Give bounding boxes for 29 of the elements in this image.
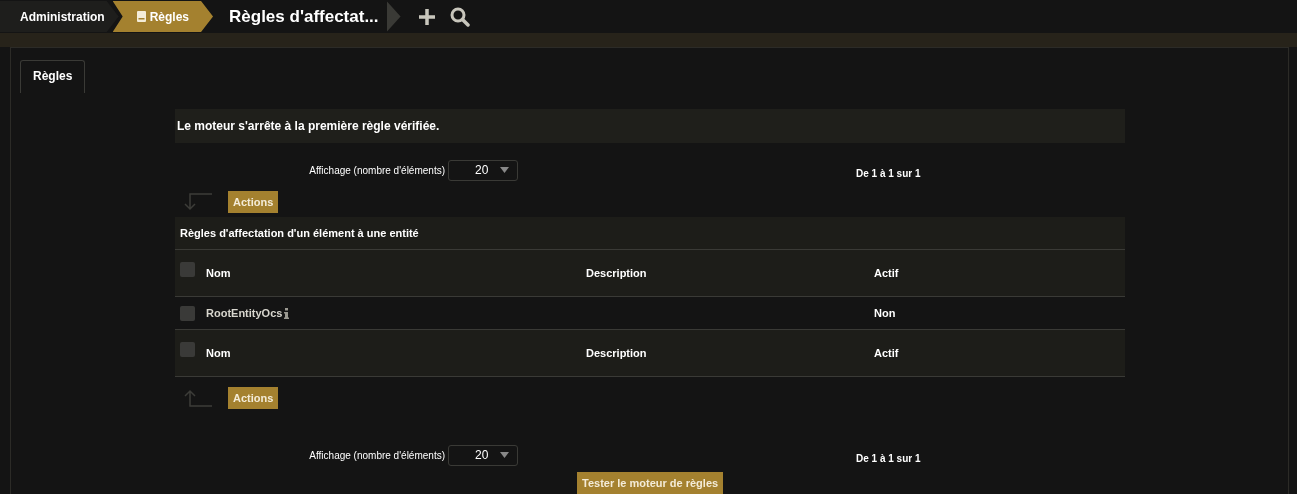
page-size-label: Affichage (nombre d'éléments) bbox=[309, 164, 445, 176]
notice-text: Le moteur s'arrête à la première règle vérifiée. bbox=[175, 109, 1125, 143]
column-header[interactable]: Nom bbox=[206, 347, 586, 359]
tab[interactable]: Règles bbox=[20, 60, 86, 93]
page-size-select[interactable]: 20 bbox=[448, 444, 518, 466]
table-cell: Non bbox=[874, 307, 896, 319]
add-icon[interactable] bbox=[417, 7, 436, 26]
rule-name-link[interactable]: RootEntityOcs bbox=[206, 307, 283, 319]
column-header[interactable]: Actif bbox=[874, 267, 1125, 279]
pagination-range: De 1 à 1 sur 1 bbox=[856, 452, 921, 464]
pagination-range: De 1 à 1 sur 1 bbox=[856, 167, 921, 179]
caret-icon bbox=[500, 167, 509, 173]
breadcrumb-item[interactable]: Administration bbox=[0, 1, 119, 32]
breadcrumb-item[interactable]: Règles bbox=[112, 1, 214, 32]
column-header[interactable]: Actif bbox=[874, 347, 1125, 359]
up-arrow-icon bbox=[183, 388, 213, 407]
caret-icon bbox=[500, 452, 509, 458]
page-title: Règles d'affectat... bbox=[229, 6, 379, 27]
column-header[interactable]: Description bbox=[586, 267, 874, 279]
search-icon[interactable] bbox=[449, 6, 470, 27]
page-size-select[interactable]: 20 bbox=[448, 159, 518, 181]
down-arrow-icon bbox=[183, 192, 213, 211]
table-caption: Règles d'affectation d'un élément à une entité bbox=[175, 217, 1125, 250]
page-size-label: Affichage (nombre d'éléments) bbox=[309, 449, 445, 461]
select-all-checkbox[interactable] bbox=[180, 261, 195, 277]
select-all-checkbox[interactable] bbox=[180, 341, 195, 357]
column-header[interactable]: Description bbox=[586, 347, 874, 359]
column-header[interactable]: Nom bbox=[206, 267, 586, 279]
row-checkbox[interactable] bbox=[180, 305, 195, 321]
